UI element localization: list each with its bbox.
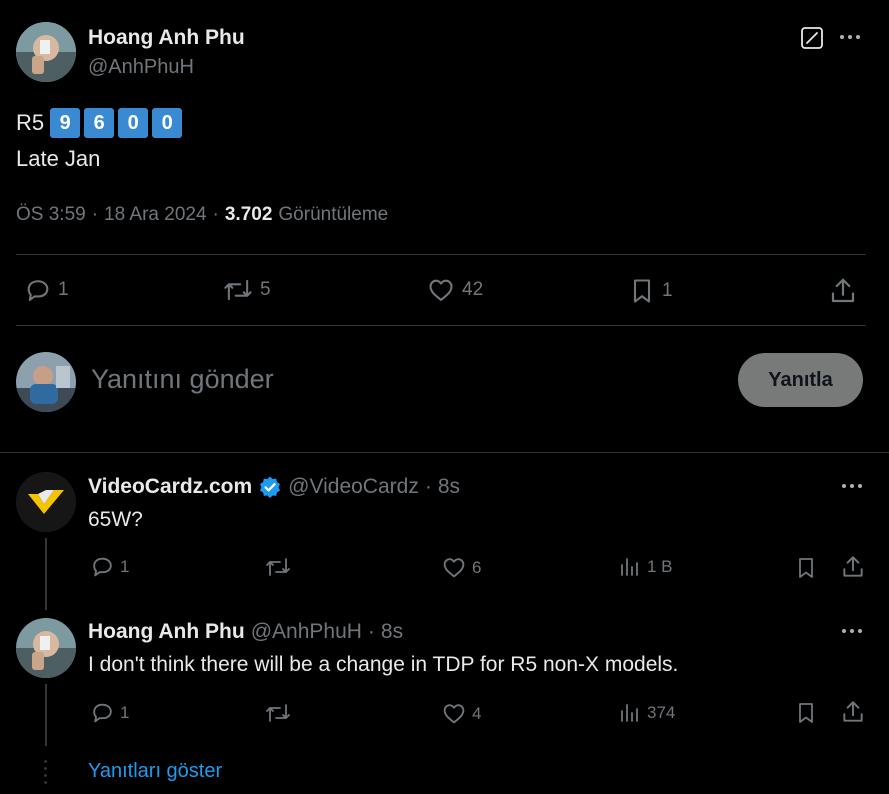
- more-icon[interactable]: [842, 629, 862, 633]
- author-avatar[interactable]: [16, 22, 76, 82]
- like-count: 42: [462, 279, 484, 300]
- reply-submit-button[interactable]: Yanıtla: [738, 353, 863, 407]
- reply-author-name[interactable]: VideoCardz.com: [88, 475, 252, 499]
- reply-author-name[interactable]: Hoang Anh Phu: [88, 620, 245, 644]
- retweet-icon: [264, 701, 292, 725]
- reply-count: 1: [120, 556, 130, 576]
- analytics-icon: [618, 555, 642, 579]
- divider: [16, 325, 866, 326]
- reply-input[interactable]: Yanıtını gönder: [91, 364, 274, 395]
- meta-separator: ·: [212, 204, 219, 225]
- reply-button[interactable]: 1: [90, 554, 129, 579]
- reply-count: 1: [120, 702, 130, 722]
- heart-icon: [441, 701, 467, 726]
- keycap-emoji: 0: [152, 108, 183, 138]
- meta-separator: ·: [91, 204, 99, 225]
- reply-time[interactable]: 8s: [381, 620, 403, 644]
- bookmark-icon[interactable]: [794, 700, 818, 726]
- reply-avatar[interactable]: [16, 472, 76, 532]
- reply-text: I don't think there will be a change in …: [88, 653, 679, 676]
- more-icon[interactable]: [842, 484, 862, 488]
- retweet-count: 5: [260, 279, 271, 300]
- retweet-icon: [264, 555, 292, 579]
- retweet-icon: [222, 276, 254, 304]
- reply-author-handle[interactable]: @VideoCardz: [288, 475, 419, 499]
- reply-count: 1: [58, 279, 69, 300]
- reply-submit-label: Yanıtla: [768, 368, 833, 391]
- analytics-icon: [618, 701, 642, 725]
- author-handle[interactable]: @AnhPhuH: [88, 56, 194, 79]
- view-label: Görüntüleme: [278, 204, 389, 225]
- view-count: 1 B: [647, 557, 673, 576]
- heart-icon: [426, 276, 456, 304]
- tweet-date[interactable]: 18 Ara 2024: [104, 204, 206, 226]
- keycap-emoji: 9: [50, 108, 81, 138]
- share-icon[interactable]: [840, 699, 866, 725]
- like-button[interactable]: 6: [441, 555, 481, 580]
- thread-dots: [44, 758, 47, 786]
- tweet-text-prefix: R5: [16, 110, 45, 135]
- reply-author-handle[interactable]: @AnhPhuH: [251, 620, 362, 644]
- verified-badge-icon: [258, 475, 282, 499]
- reply-icon: [24, 276, 52, 304]
- share-icon[interactable]: [840, 554, 866, 580]
- views-button[interactable]: 374: [618, 701, 675, 725]
- share-icon[interactable]: [828, 276, 858, 306]
- thread-line: [45, 684, 47, 746]
- views-button[interactable]: 1 B: [618, 555, 673, 579]
- tweet-text: R5 9 6 0 0: [16, 108, 183, 138]
- like-count: 4: [472, 703, 482, 723]
- like-count: 6: [472, 557, 482, 577]
- show-replies-link[interactable]: Yanıtları göster: [88, 760, 222, 783]
- like-button[interactable]: 4: [441, 701, 481, 726]
- divider: [0, 452, 889, 453]
- view-count: 374: [647, 703, 676, 722]
- reply-header: VideoCardz.com @VideoCardz · 8s: [88, 475, 460, 499]
- bookmark-icon[interactable]: [794, 555, 818, 581]
- retweet-button[interactable]: 5: [222, 276, 271, 304]
- retweet-button[interactable]: [264, 701, 297, 725]
- bookmark-icon: [628, 276, 656, 306]
- reply-text: 65W?: [88, 508, 143, 531]
- view-count: 3.702: [224, 204, 273, 225]
- reply-icon: [90, 700, 115, 725]
- author-name[interactable]: Hoang Anh Phu: [88, 26, 245, 50]
- reply-header: Hoang Anh Phu @AnhPhuH · 8s: [88, 620, 403, 644]
- retweet-button[interactable]: [264, 555, 297, 579]
- like-button[interactable]: 42: [426, 276, 483, 304]
- reply-time[interactable]: 8s: [438, 475, 460, 499]
- bookmark-button[interactable]: 1: [628, 276, 673, 306]
- tweet-time[interactable]: ÖS 3:59: [16, 204, 86, 226]
- divider: [16, 254, 866, 255]
- reply-avatar[interactable]: [16, 618, 76, 678]
- keycap-emoji: 0: [118, 108, 149, 138]
- reply-button[interactable]: 1: [24, 276, 69, 304]
- edit-icon[interactable]: [800, 26, 824, 50]
- bookmark-count: 1: [662, 280, 673, 301]
- meta-separator: ·: [424, 475, 432, 498]
- more-icon[interactable]: [840, 35, 860, 39]
- my-avatar[interactable]: [16, 352, 76, 412]
- thread-line: [45, 538, 47, 610]
- tweet-meta: ÖS 3:59 · 18 Ara 2024 · 3.702 Görüntülem…: [16, 204, 388, 226]
- reply-button[interactable]: 1: [90, 700, 129, 725]
- heart-icon: [441, 555, 467, 580]
- keycap-emoji: 6: [84, 108, 115, 138]
- reply-icon: [90, 554, 115, 579]
- tweet-text-line2: Late Jan: [16, 146, 101, 171]
- meta-separator: ·: [367, 620, 375, 643]
